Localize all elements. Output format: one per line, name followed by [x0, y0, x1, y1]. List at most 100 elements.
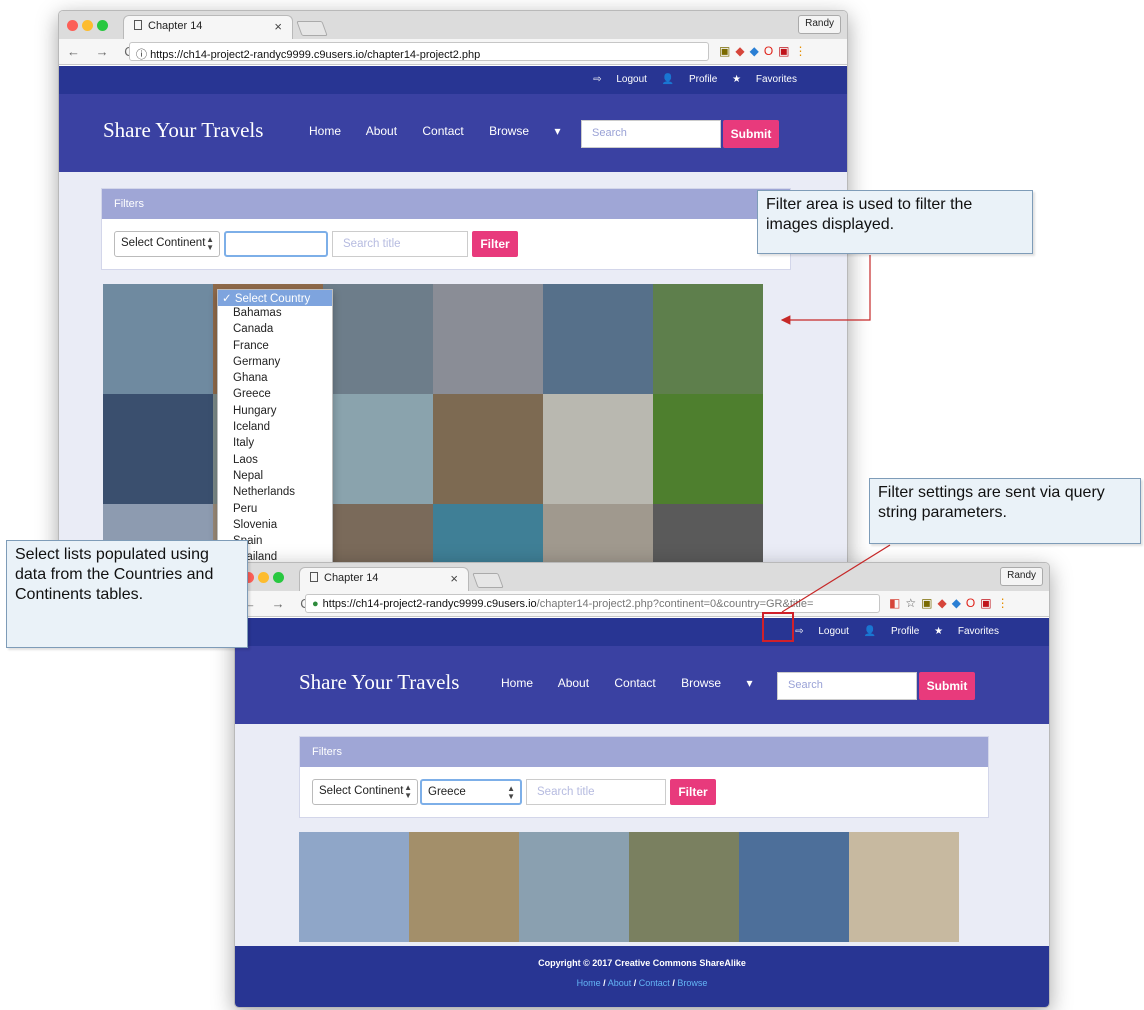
browser-tab[interactable]: Chapter 14 ×: [123, 15, 293, 39]
close-window-button[interactable]: [67, 20, 78, 31]
minimize-window-button[interactable]: [258, 572, 269, 583]
profile-link[interactable]: 👤 Profile: [864, 626, 920, 637]
dropdown-option[interactable]: Canada: [218, 322, 332, 338]
caret-down-icon: ▾: [554, 124, 561, 138]
maximize-window-button[interactable]: [273, 572, 284, 583]
continent-select[interactable]: Select Continent ▲ ▼: [312, 779, 418, 805]
gallery-image[interactable]: [433, 284, 543, 394]
search-input[interactable]: Search: [581, 120, 721, 148]
country-select[interactable]: Greece ▲ ▼: [420, 779, 522, 805]
new-tab-button[interactable]: [296, 21, 328, 36]
continent-select-value: Select Continent: [319, 785, 404, 797]
nav-browse[interactable]: Browse ▾: [681, 676, 774, 690]
extension-2-icon[interactable]: ◆: [937, 596, 951, 610]
logout-link[interactable]: ⇨ Logout: [593, 74, 647, 85]
gallery-image[interactable]: [653, 504, 763, 569]
logout-link[interactable]: ⇨ Logout: [795, 626, 849, 637]
footer-link-home[interactable]: Home: [577, 978, 601, 988]
profile-link[interactable]: 👤 Profile: [662, 74, 718, 85]
nav-about[interactable]: About: [366, 124, 397, 138]
site-brand[interactable]: Share Your Travels: [103, 118, 263, 143]
filter-button[interactable]: Filter: [670, 779, 716, 805]
extension-3-icon[interactable]: ◆: [952, 596, 966, 610]
dropdown-option[interactable]: Netherlands: [218, 485, 332, 501]
gallery-image[interactable]: [543, 394, 653, 504]
tab-close-icon[interactable]: ×: [450, 571, 458, 586]
footer-link-browse[interactable]: Browse: [677, 978, 707, 988]
menu-dots-icon[interactable]: ⋮: [997, 596, 1014, 610]
extension-1-icon[interactable]: ▣: [719, 44, 735, 58]
extension-3-icon[interactable]: ◆: [750, 44, 764, 58]
gallery-image[interactable]: [433, 504, 543, 569]
dropdown-option[interactable]: Ghana: [218, 371, 332, 387]
translate-icon[interactable]: ◧: [889, 596, 905, 610]
extension-5-icon[interactable]: ▣: [980, 596, 996, 610]
gallery-image[interactable]: [543, 504, 653, 569]
gallery-image[interactable]: [629, 832, 739, 942]
footer-link-contact[interactable]: Contact: [639, 978, 670, 988]
submit-button[interactable]: Submit: [919, 672, 975, 700]
gallery-image[interactable]: [519, 832, 629, 942]
nav-home[interactable]: Home: [501, 676, 533, 690]
dropdown-option[interactable]: Hungary: [218, 404, 332, 420]
minimize-window-button[interactable]: [82, 20, 93, 31]
gallery-image[interactable]: [739, 832, 849, 942]
title-search-input[interactable]: Search title: [526, 779, 666, 805]
title-search-input[interactable]: Search title: [332, 231, 468, 257]
address-bar[interactable]: ● https://ch14-project2-randyc9999.c9user…: [305, 594, 880, 613]
nav-about[interactable]: About: [558, 676, 589, 690]
gallery-image[interactable]: [653, 394, 763, 504]
dropdown-option[interactable]: Greece: [218, 387, 332, 403]
country-dropdown-list[interactable]: ✓ Select Country Bahamas Canada France Germ…: [217, 289, 333, 569]
gallery-image[interactable]: [409, 832, 519, 942]
tab-close-icon[interactable]: ×: [274, 19, 282, 34]
maximize-window-button[interactable]: [97, 20, 108, 31]
extension-2-icon[interactable]: ◆: [735, 44, 749, 58]
submit-button[interactable]: Submit: [723, 120, 779, 148]
dropdown-option[interactable]: Nepal: [218, 469, 332, 485]
country-select[interactable]: [224, 231, 328, 257]
dropdown-option[interactable]: Germany: [218, 355, 332, 371]
browser-tab[interactable]: Chapter 14 ×: [299, 567, 469, 591]
dropdown-option[interactable]: Laos: [218, 453, 332, 469]
new-tab-button[interactable]: [472, 573, 504, 588]
gallery-image[interactable]: [849, 832, 959, 942]
opera-icon[interactable]: O: [966, 596, 980, 610]
site-brand[interactable]: Share Your Travels: [299, 670, 459, 695]
dropdown-option[interactable]: Peru: [218, 502, 332, 518]
dropdown-option[interactable]: Italy: [218, 436, 332, 452]
menu-dots-icon[interactable]: ⋮: [795, 44, 812, 58]
gallery-image[interactable]: [433, 394, 543, 504]
continent-select[interactable]: Select Continent ▲ ▼: [114, 231, 220, 257]
dropdown-option[interactable]: Bahamas: [218, 306, 332, 322]
gallery-image[interactable]: [323, 504, 433, 569]
nav-contact[interactable]: Contact: [614, 676, 655, 690]
extension-5-icon[interactable]: ▣: [778, 44, 794, 58]
gallery-image[interactable]: [543, 284, 653, 394]
user-profile-button[interactable]: Randy: [798, 15, 841, 34]
user-profile-button[interactable]: Randy: [1000, 567, 1043, 586]
nav-contact[interactable]: Contact: [422, 124, 463, 138]
address-bar[interactable]: ⓘ https://ch14-project2-randyc9999.c9use…: [129, 42, 709, 61]
gallery-image[interactable]: [323, 394, 433, 504]
gallery-image[interactable]: [299, 832, 409, 942]
dropdown-option[interactable]: Slovenia: [218, 518, 332, 534]
search-input[interactable]: Search: [777, 672, 917, 700]
gallery-image[interactable]: [323, 284, 433, 394]
footer-link-about[interactable]: About: [608, 978, 632, 988]
gallery-image[interactable]: [653, 284, 763, 394]
filter-button[interactable]: Filter: [472, 231, 518, 257]
favorites-link[interactable]: ★ Favorites: [934, 626, 999, 637]
opera-icon[interactable]: O: [764, 44, 778, 58]
address-toolbar: ← → C ⓘ https://ch14-project2-randyc9999…: [59, 39, 847, 65]
bookmark-star-icon[interactable]: ☆: [905, 596, 921, 610]
gallery-image[interactable]: [103, 284, 213, 394]
gallery-image[interactable]: [103, 394, 213, 504]
dropdown-option-selected[interactable]: ✓ Select Country: [218, 290, 332, 306]
extension-1-icon[interactable]: ▣: [921, 596, 937, 610]
favorites-link[interactable]: ★ Favorites: [732, 74, 797, 85]
dropdown-option[interactable]: France: [218, 339, 332, 355]
nav-home[interactable]: Home: [309, 124, 341, 138]
nav-browse[interactable]: Browse ▾: [489, 124, 582, 138]
dropdown-option[interactable]: Iceland: [218, 420, 332, 436]
